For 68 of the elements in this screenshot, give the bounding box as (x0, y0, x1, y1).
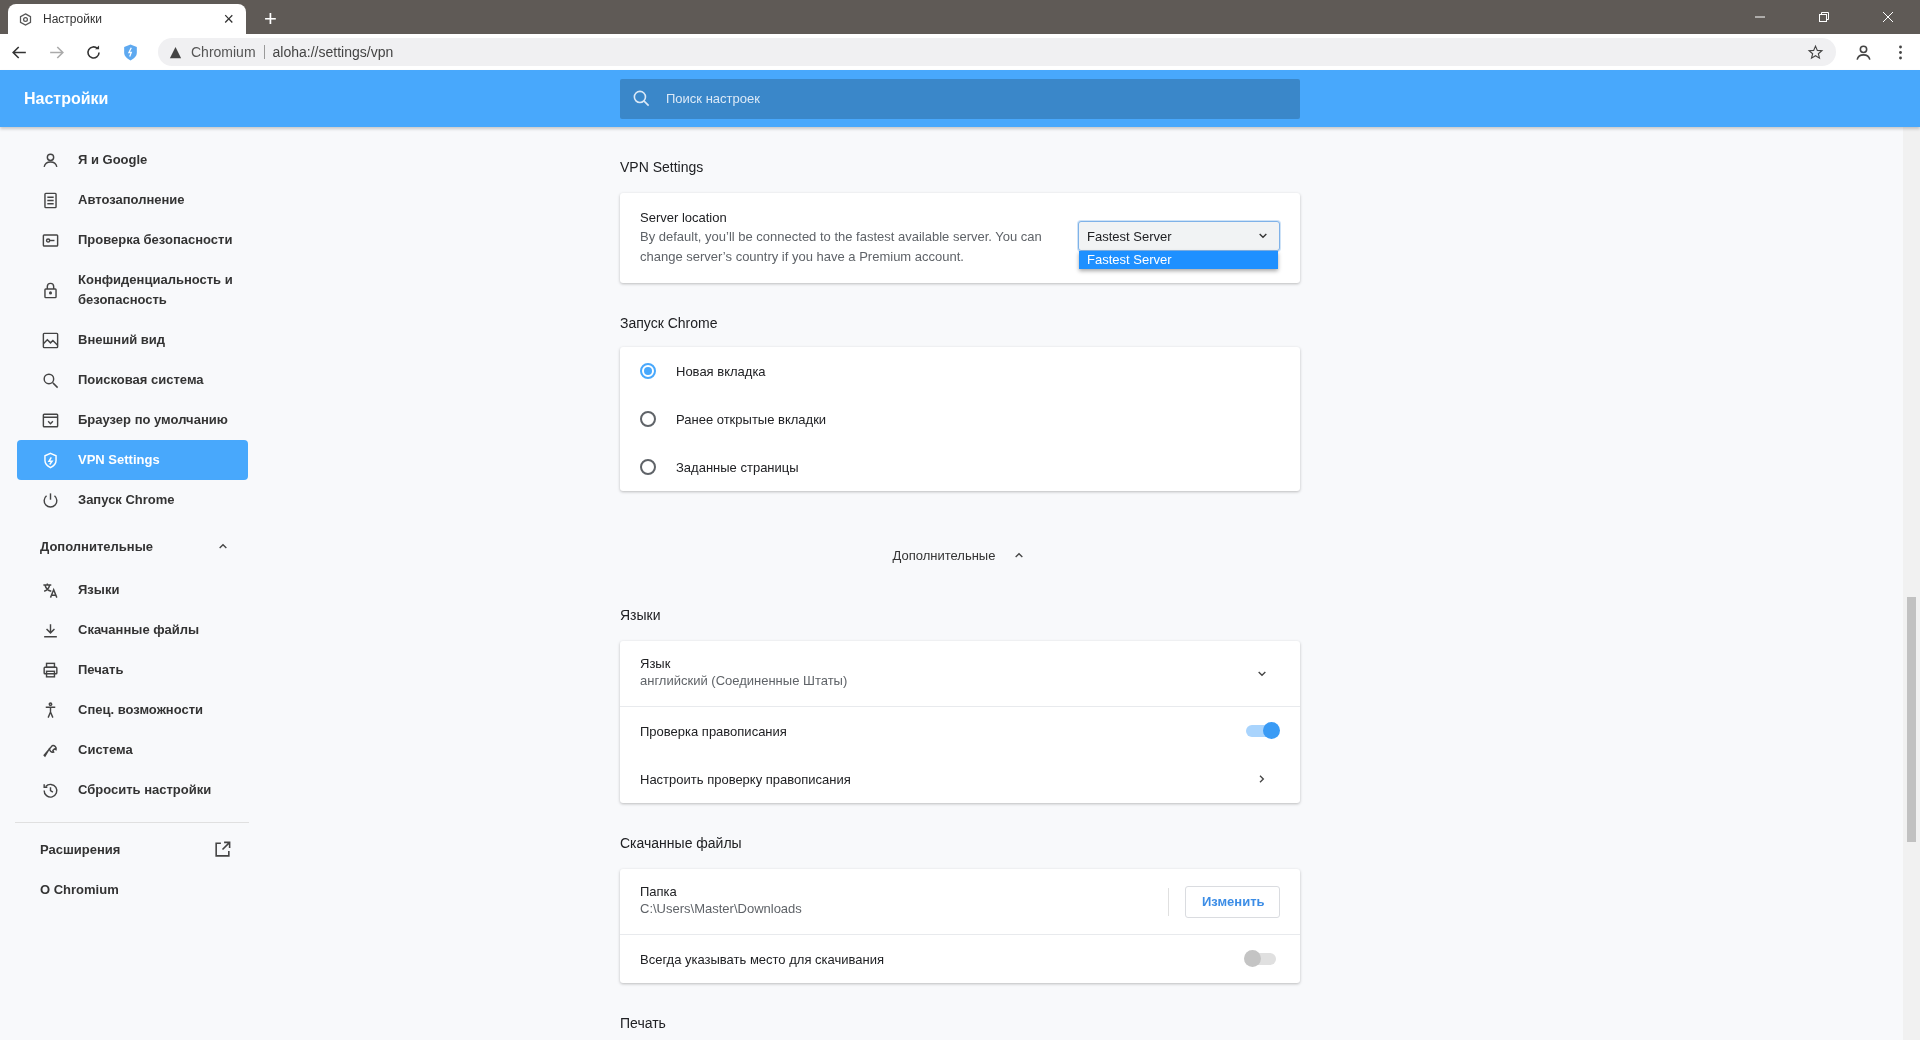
sidebar-item[interactable]: Браузер по умолчанию (17, 400, 248, 440)
sidebar-icon (41, 410, 60, 430)
sidebar-item[interactable]: Запуск Chrome (17, 480, 248, 520)
url-text: aloha://settings/vpn (272, 44, 395, 60)
sidebar-icon (41, 280, 60, 300)
radio-button[interactable] (640, 363, 656, 379)
toggle-switch[interactable] (1246, 953, 1276, 965)
page-title: Настройки (23, 89, 110, 108)
setting-label: Язык (640, 656, 672, 671)
setting-description: By default, you’ll be connected to the fastest available server. You can change server’s country if you have a Premium account. (640, 228, 1043, 266)
server-select[interactable]: Fastest Server (1078, 221, 1280, 251)
sidebar-icon (41, 450, 60, 470)
setting-label: Всегда указывать место для скачивания (640, 951, 885, 967)
sidebar-icon (41, 660, 60, 680)
sidebar-item[interactable]: Печать (17, 650, 248, 690)
extensions-link[interactable]: Расширения (40, 841, 121, 857)
section-heading: Скачанные файлы (620, 834, 743, 853)
section-heading: Языки (620, 606, 662, 625)
section-heading: VPN Settings (620, 158, 705, 177)
sidebar-item[interactable]: Система (17, 730, 248, 770)
sidebar-icon (41, 190, 60, 210)
setting-label: Server location (640, 209, 728, 227)
radio-label: Ранее открытые вкладки (676, 411, 827, 427)
sidebar-item[interactable]: Внешний вид (17, 320, 248, 360)
setting-value: английский (Соединенные Штаты) (640, 672, 849, 690)
advanced-section-toggle[interactable]: Дополнительные (17, 522, 248, 570)
setting-label: Проверка правописания (640, 723, 788, 739)
search-field[interactable]: Поиск настроек (620, 78, 1300, 119)
profile-icon[interactable] (1854, 42, 1873, 62)
sidebar-item[interactable]: Автозаполнение (17, 180, 248, 220)
star-icon[interactable] (1807, 43, 1824, 61)
search-icon (632, 88, 651, 108)
sidebar-item[interactable]: Конфиденциальность и безопасность (17, 260, 248, 320)
scrollbar[interactable] (1903, 127, 1920, 1040)
sidebar-item[interactable]: Поисковая система (17, 360, 248, 400)
sidebar-item[interactable]: Спец. возможности (17, 690, 248, 730)
radio-button[interactable] (640, 459, 656, 475)
close-icon[interactable] (1882, 11, 1894, 23)
scrollbar-thumb[interactable] (1907, 597, 1916, 842)
sidebar-item[interactable]: Я и Google (17, 140, 248, 180)
site-name: Chromium (191, 45, 265, 59)
advanced-toggle-button[interactable]: Дополнительные (620, 545, 1300, 565)
radio-label: Заданные страницы (676, 459, 799, 475)
restore-icon[interactable] (1818, 11, 1830, 23)
setting-value: C:\Users\Master\Downloads (640, 900, 803, 918)
section-heading: Печать (620, 1014, 667, 1033)
sidebar-item[interactable]: Языки (17, 570, 248, 610)
sidebar-icon (41, 330, 60, 350)
external-link-icon[interactable] (213, 839, 232, 859)
radio-label: Новая вкладка (676, 363, 766, 379)
section-heading: Запуск Chrome (620, 314, 719, 333)
setting-label: Папка (640, 884, 678, 899)
triangle-logo-icon (168, 44, 183, 60)
sidebar-item[interactable]: Проверка безопасности (17, 220, 248, 260)
tab-close-button[interactable]: × (221, 10, 236, 28)
setting-label: Настроить проверку правописания (640, 771, 852, 787)
sidebar-item[interactable]: Сбросить настройки (17, 770, 248, 810)
sidebar-item[interactable]: Скачанные файлы (17, 610, 248, 650)
new-tab-button[interactable]: + (260, 8, 281, 30)
tab-title: Настройки (43, 12, 103, 26)
radio-button[interactable] (640, 411, 656, 427)
sidebar-icon (41, 150, 60, 170)
about-link[interactable]: О Chromium (40, 881, 119, 897)
settings-icon (18, 11, 33, 27)
browser-tab[interactable]: Настройки × (8, 4, 246, 34)
address-bar[interactable]: Chromium aloha://settings/vpn (158, 38, 1836, 66)
sidebar-icon (41, 490, 60, 510)
sidebar-icon (41, 580, 60, 600)
